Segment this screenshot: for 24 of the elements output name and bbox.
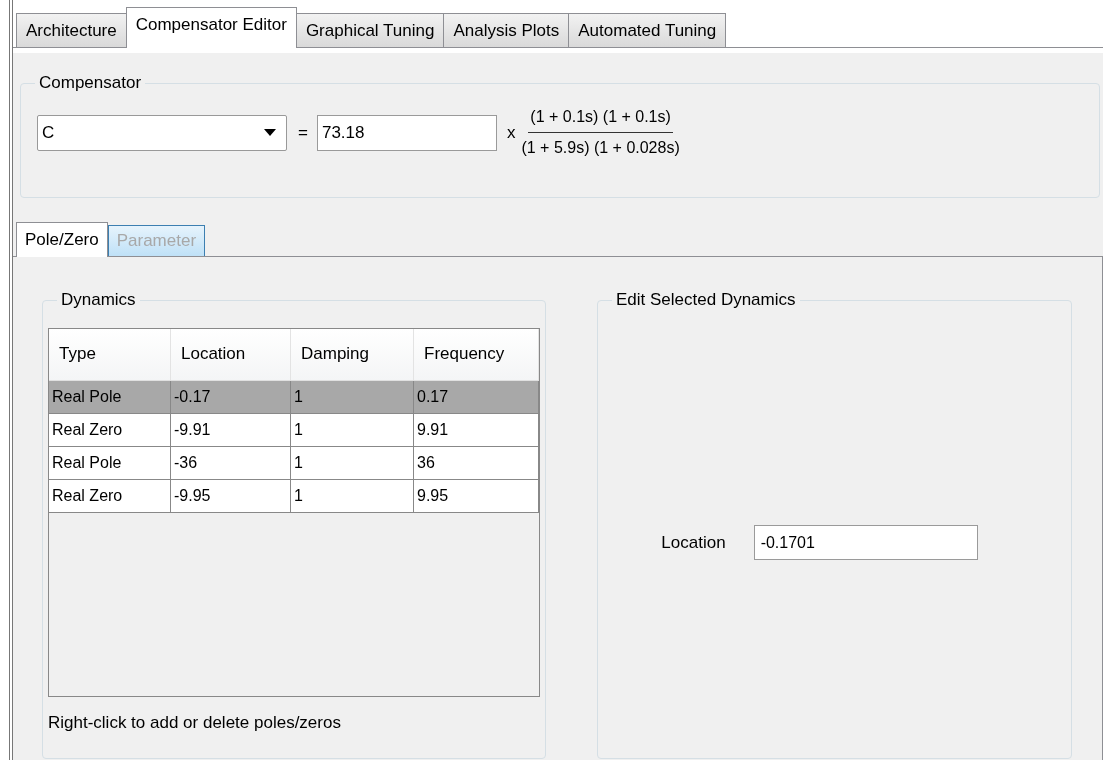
hint-text: Right-click to add or delete poles/zeros bbox=[48, 713, 342, 733]
column-header[interactable]: Type bbox=[49, 329, 171, 380]
compensator-dropdown[interactable]: C bbox=[37, 114, 287, 151]
column-header[interactable]: Frequency bbox=[414, 329, 539, 380]
table-row[interactable]: Real Zero -9.95 1 9.95 bbox=[49, 480, 539, 513]
column-header[interactable]: Damping bbox=[291, 329, 414, 380]
dropdown-arrow-icon[interactable] bbox=[264, 129, 276, 136]
tab[interactable]: Analysis Plots bbox=[443, 13, 570, 47]
tab[interactable]: Pole/Zero bbox=[16, 222, 108, 257]
tab[interactable]: Compensator Editor bbox=[125, 7, 297, 48]
tab[interactable]: Architecture bbox=[16, 13, 127, 47]
multiply-sign: x bbox=[506, 122, 516, 143]
field-label: Location bbox=[661, 532, 726, 553]
location-field[interactable]: -0.1701 bbox=[753, 525, 978, 560]
equals-sign: = bbox=[298, 122, 308, 143]
numerator: (1 + 0.1s) (1 + 0.1s) bbox=[528, 108, 673, 133]
tab[interactable]: Automated Tuning bbox=[568, 13, 727, 47]
column-header[interactable]: Location bbox=[171, 329, 291, 380]
denominator: (1 + 5.9s) (1 + 0.028s) bbox=[521, 138, 680, 157]
table-row[interactable]: Real Pole -36 1 36 bbox=[49, 447, 539, 480]
table-row[interactable]: Real Pole -0.17 1 0.17 bbox=[49, 381, 539, 414]
tab[interactable]: Graphical Tuning bbox=[295, 13, 445, 47]
table-row[interactable]: Real Zero -9.91 1 9.91 bbox=[49, 414, 539, 447]
gain-field[interactable]: 73.18 bbox=[316, 114, 497, 151]
